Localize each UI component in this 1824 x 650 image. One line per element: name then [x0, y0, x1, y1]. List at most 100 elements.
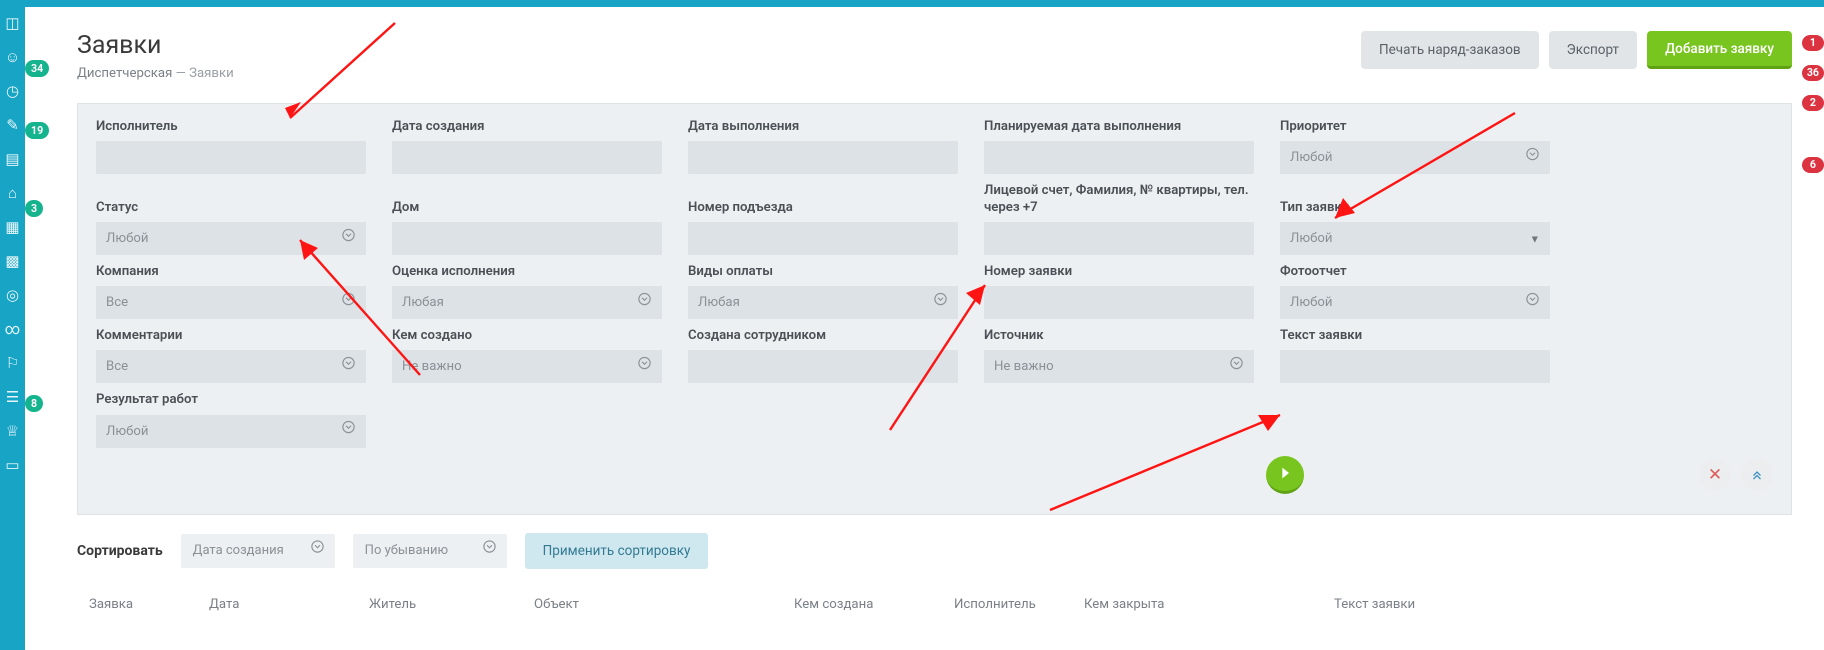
sort-field-value: Дата создания [193, 543, 284, 558]
breadcrumb: Диспетчерская — Заявки [77, 66, 234, 81]
chevron-down-icon [341, 350, 356, 383]
filter-company-select[interactable]: Все [96, 286, 366, 319]
globe-icon[interactable]: ◎ [3, 285, 23, 305]
apply-sort-button[interactable]: Применить сортировку [525, 533, 709, 569]
building-icon[interactable]: ▦ [3, 217, 23, 237]
filter-status-label: Статус [96, 182, 366, 216]
filter-source-value: Не важно [994, 359, 1054, 374]
cup-icon[interactable]: ♕ [3, 421, 23, 441]
th-object: Объект [534, 597, 794, 612]
filter-executor-input[interactable] [96, 141, 366, 174]
filter-status-select[interactable]: Любой [96, 222, 366, 255]
filter-account-label: Лицевой счет, Фамилия, № квартиры, тел. … [984, 182, 1254, 216]
filter-company-label: Компания [96, 263, 366, 280]
doc-icon[interactable]: ▤ [3, 149, 23, 169]
filter-comments-select[interactable]: Все [96, 350, 366, 383]
caret-down-icon: ▼ [1530, 222, 1540, 255]
filter-request-type-label: Тип заявки [1280, 182, 1550, 216]
chevron-down-icon [482, 534, 497, 568]
filter-house-label: Дом [392, 182, 662, 216]
filter-done-date-label: Дата выполнения [688, 118, 958, 135]
th-resident: Житель [369, 597, 534, 612]
filter-pay-types-select[interactable]: Любая [688, 286, 958, 319]
basket-icon[interactable]: ⌂ [3, 183, 23, 203]
breadcrumb-current: Заявки [189, 66, 234, 81]
filter-done-date-input[interactable] [688, 141, 958, 174]
edit-icon[interactable]: ✎ [3, 115, 23, 135]
chevron-down-icon [341, 222, 356, 255]
chevron-down-icon [310, 534, 325, 568]
apply-filters-button[interactable] [1266, 456, 1304, 494]
filter-status-value: Любой [106, 231, 149, 246]
filter-exec-rating-value: Любая [402, 295, 444, 310]
filter-created-by-role-label: Кем создано [392, 327, 662, 344]
left-sidebar: ◫ ☺ ◷ ✎ ▤ ⌂ ▦ ▩ ◎ ∞ ⚐ ☰ ♕ ▭ [0, 7, 25, 650]
filter-created-label: Дата создания [392, 118, 662, 135]
filter-entrance-label: Номер подъезда [688, 182, 958, 216]
filter-photo-select[interactable]: Любой [1280, 286, 1550, 319]
print-orders-button[interactable]: Печать наряд-заказов [1361, 31, 1539, 69]
clear-filters-button[interactable]: ✕ [1699, 459, 1731, 491]
sort-direction-select[interactable]: По убыванию [353, 534, 507, 568]
filter-created-by-role-value: Не важно [402, 359, 462, 374]
filter-priority-select[interactable]: Любой [1280, 141, 1550, 174]
breadcrumb-root[interactable]: Диспетчерская [77, 66, 172, 81]
th-date: Дата [209, 597, 369, 612]
clipboard-icon[interactable]: ☰ [3, 387, 23, 407]
filter-request-text-label: Текст заявки [1280, 327, 1550, 344]
filter-source-label: Источник [984, 327, 1254, 344]
card-icon[interactable]: ▭ [3, 455, 23, 475]
sort-field-select[interactable]: Дата создания [181, 534, 335, 568]
th-text: Текст заявки [1334, 597, 1425, 612]
filter-comments-label: Комментарии [96, 327, 366, 344]
window-topbar [0, 0, 1824, 7]
filter-created-by-staff-input[interactable] [688, 350, 958, 383]
filter-priority-value: Любой [1290, 150, 1333, 165]
filter-created-input[interactable] [392, 141, 662, 174]
th-executor: Исполнитель [954, 597, 1084, 612]
link-icon[interactable]: ∞ [3, 319, 23, 339]
filter-request-text-input[interactable] [1280, 350, 1550, 383]
filter-planned-date-input[interactable] [984, 141, 1254, 174]
chevron-right-icon [1277, 465, 1293, 481]
filter-work-result-select[interactable]: Любой [96, 415, 366, 448]
chevron-down-icon [637, 350, 652, 383]
chevron-down-icon [1525, 141, 1540, 174]
th-request: Заявка [89, 597, 209, 612]
chevron-down-icon [341, 415, 356, 448]
page-title: Заявки [77, 31, 234, 60]
filter-account-input[interactable] [984, 222, 1254, 255]
filter-entrance-input[interactable] [688, 222, 958, 255]
th-closed-by: Кем закрыта [1084, 597, 1334, 612]
schedule-icon[interactable]: ◷ [3, 81, 23, 101]
filter-photo-value: Любой [1290, 295, 1333, 310]
filter-work-result-label: Результат работ [96, 391, 366, 408]
filter-executor-label: Исполнитель [96, 118, 366, 135]
filter-exec-rating-label: Оценка исполнения [392, 263, 662, 280]
filter-source-select[interactable]: Не важно [984, 350, 1254, 383]
ticket-icon[interactable]: ◫ [3, 13, 23, 33]
chevron-down-icon [1229, 350, 1244, 383]
chevron-down-icon [933, 286, 948, 319]
calc-icon[interactable]: ▩ [3, 251, 23, 271]
users-icon[interactable]: ☺ [3, 47, 23, 67]
filter-house-input[interactable] [392, 222, 662, 255]
filter-photo-label: Фотоотчет [1280, 263, 1550, 280]
sort-label: Сортировать [77, 543, 163, 559]
filter-comments-value: Все [106, 359, 128, 374]
filter-exec-rating-select[interactable]: Любая [392, 286, 662, 319]
collapse-filters-button[interactable] [1741, 459, 1773, 491]
filter-request-type-select[interactable]: Любой▼ [1280, 222, 1550, 255]
export-button[interactable]: Экспорт [1549, 31, 1637, 69]
chevron-down-icon [637, 286, 652, 319]
add-request-button[interactable]: Добавить заявку [1647, 31, 1792, 69]
chevron-down-icon [341, 286, 356, 319]
filter-created-by-role-select[interactable]: Не важно [392, 350, 662, 383]
filter-work-result-value: Любой [106, 424, 149, 439]
filter-request-no-input[interactable] [984, 286, 1254, 319]
breadcrumb-sep: — [172, 66, 189, 81]
sort-direction-value: По убыванию [365, 543, 448, 558]
double-chevron-up-icon [1750, 468, 1764, 482]
flag-icon[interactable]: ⚐ [3, 353, 23, 373]
sort-row: Сортировать Дата создания По убыванию Пр… [77, 533, 1792, 569]
